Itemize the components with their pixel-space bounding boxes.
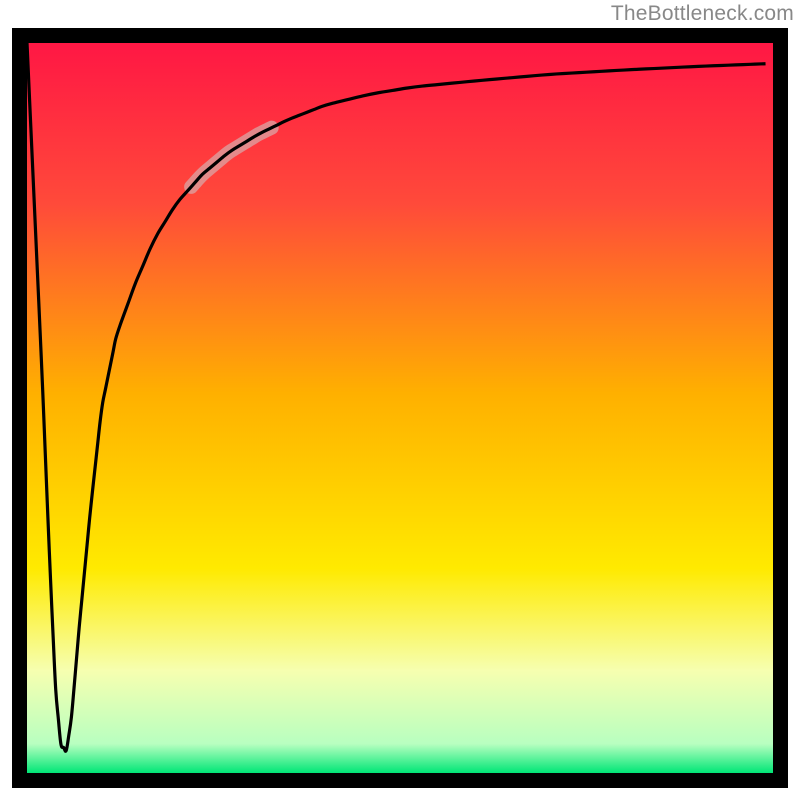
gradient-background	[27, 43, 773, 773]
chart-svg	[12, 28, 788, 788]
watermark-text: TheBottleneck.com	[611, 2, 794, 26]
chart-frame	[12, 28, 788, 788]
